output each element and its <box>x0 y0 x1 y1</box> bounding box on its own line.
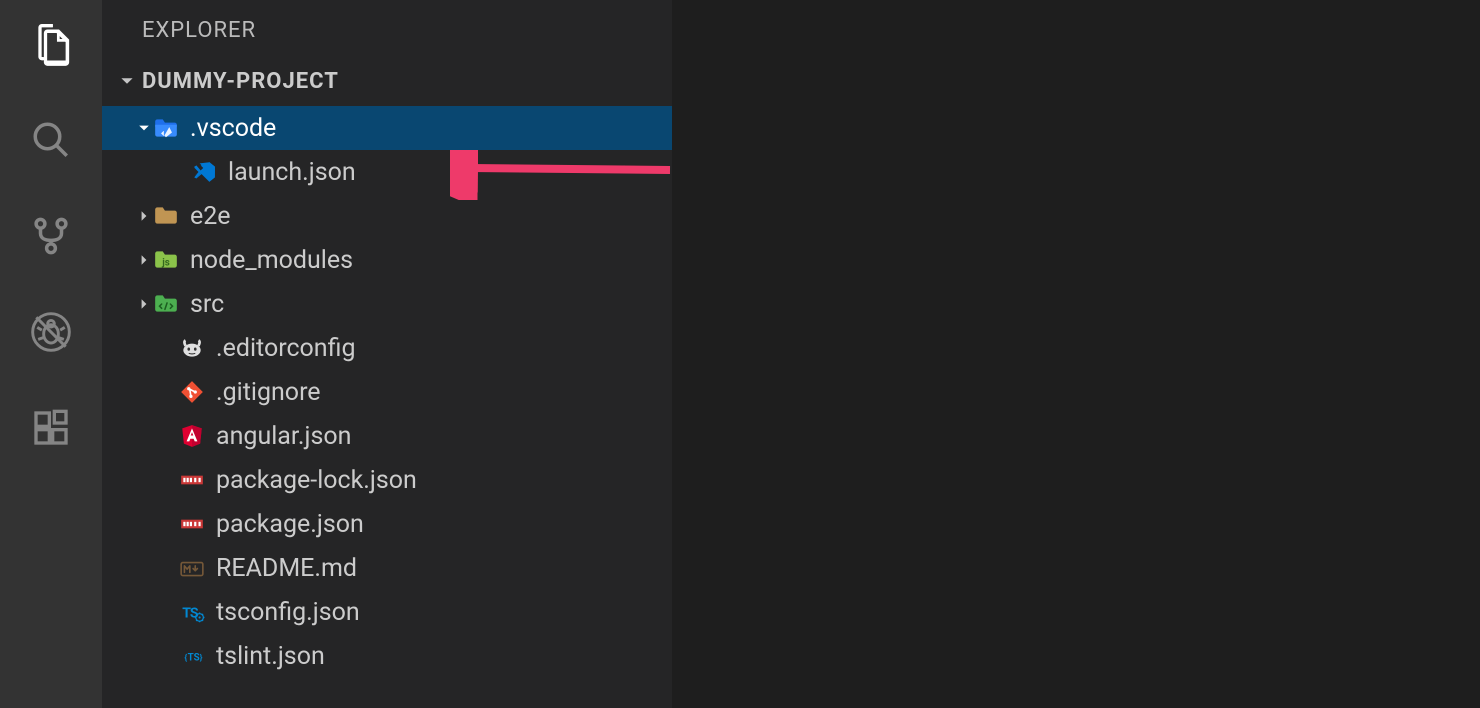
tree-file-package-lock[interactable]: package-lock.json <box>102 458 672 502</box>
chevron-right-icon <box>136 254 152 266</box>
tree-folder-vscode[interactable]: .vscode <box>102 106 672 150</box>
search-icon[interactable] <box>25 114 77 166</box>
tsconfig-icon: T S <box>178 598 206 626</box>
chevron-down-icon <box>136 122 152 134</box>
tree-file-package-json[interactable]: package.json <box>102 502 672 546</box>
npm-icon <box>178 510 206 538</box>
chevron-right-icon <box>136 210 152 222</box>
project-name: DUMMY-PROJECT <box>142 69 339 94</box>
tree-folder-src[interactable]: src <box>102 282 672 326</box>
tree-item-label: launch.json <box>228 158 356 187</box>
file-tree: .vscode launch.json <box>102 106 672 708</box>
svg-text:}: } <box>200 653 203 663</box>
npm-icon <box>178 466 206 494</box>
tree-file-readme[interactable]: README.md <box>102 546 672 590</box>
tree-file-editorconfig[interactable]: .editorconfig <box>102 326 672 370</box>
tree-item-label: .gitignore <box>216 378 321 407</box>
tree-item-label: src <box>190 290 224 319</box>
editor-area <box>672 0 1480 708</box>
tree-file-angular-json[interactable]: angular.json <box>102 414 672 458</box>
node-folder-icon: js <box>152 246 180 274</box>
vscode-file-icon <box>190 158 218 186</box>
markdown-icon <box>178 554 206 582</box>
tree-folder-e2e[interactable]: e2e <box>102 194 672 238</box>
tree-item-label: e2e <box>190 202 231 231</box>
tree-file-tsconfig[interactable]: T S tsconfig.json <box>102 590 672 634</box>
svg-text:js: js <box>161 257 170 268</box>
tree-item-label: node_modules <box>190 246 353 275</box>
editorconfig-icon <box>178 334 206 362</box>
svg-text:TS: TS <box>188 652 200 663</box>
tree-item-label: README.md <box>216 554 357 583</box>
project-header[interactable]: DUMMY-PROJECT <box>102 57 672 106</box>
folder-icon <box>152 202 180 230</box>
svg-text:S: S <box>190 605 199 621</box>
chevron-right-icon <box>136 298 152 310</box>
tree-item-label: .editorconfig <box>216 334 356 363</box>
extensions-icon[interactable] <box>25 402 77 454</box>
sidebar-title: EXPLORER <box>102 0 672 57</box>
tree-file-tslint[interactable]: { TS } tslint.json <box>102 634 672 678</box>
tree-item-label: package-lock.json <box>216 466 417 495</box>
explorer-icon[interactable] <box>25 18 77 70</box>
angular-icon <box>178 422 206 450</box>
vscode-folder-icon <box>152 114 180 142</box>
src-folder-icon <box>152 290 180 318</box>
activity-bar <box>0 0 102 708</box>
tree-item-label: tslint.json <box>216 642 325 671</box>
tslint-icon: { TS } <box>178 642 206 670</box>
tree-folder-node-modules[interactable]: js node_modules <box>102 238 672 282</box>
tree-item-label: tsconfig.json <box>216 598 360 627</box>
tree-item-label: angular.json <box>216 422 351 451</box>
tree-file-gitignore[interactable]: .gitignore <box>102 370 672 414</box>
tree-file-launch-json[interactable]: launch.json <box>102 150 672 194</box>
source-control-icon[interactable] <box>25 210 77 262</box>
debug-icon[interactable] <box>25 306 77 358</box>
explorer-sidebar: EXPLORER DUMMY-PROJECT .vscode <box>102 0 672 708</box>
tree-item-label: .vscode <box>190 114 276 143</box>
git-icon <box>178 378 206 406</box>
tree-item-label: package.json <box>216 510 364 539</box>
chevron-down-icon <box>120 69 134 94</box>
